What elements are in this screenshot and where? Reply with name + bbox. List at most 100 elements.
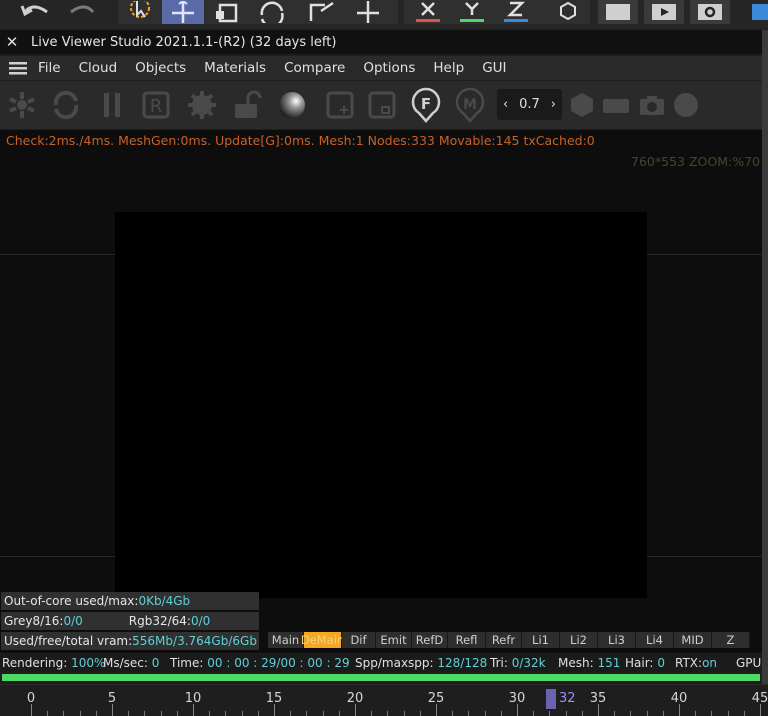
timeline-tick [31, 704, 32, 716]
pass-tab-li1[interactable]: Li1 [522, 632, 560, 648]
spin-value: 0.7 [519, 97, 540, 112]
timeline-tick [95, 711, 97, 716]
material-sphere-button[interactable] [274, 87, 310, 123]
grey-value: 0/0 [63, 614, 83, 628]
timeline-playhead[interactable] [546, 689, 556, 709]
render-settings-button[interactable] [690, 0, 730, 24]
pass-tab-refr[interactable]: Refr [486, 632, 522, 648]
value-spinbox[interactable]: ‹ 0.7 › [497, 89, 562, 120]
timeline-tick [79, 711, 81, 716]
selection-icon [130, 1, 150, 18]
timeline-tick [128, 711, 130, 716]
grey-label: Grey8/16: [4, 614, 64, 628]
render-to-picture-viewer-button[interactable] [644, 0, 684, 24]
z-axis-button[interactable] [496, 0, 536, 24]
menu-help[interactable]: Help [424, 60, 473, 76]
mesh-status: Mesh: 151 [558, 656, 621, 670]
timeline-tick [727, 711, 729, 716]
hexagon-icon [571, 93, 593, 117]
render-pass-tabs: Main DeMain Dif Emit RefD Refl Refr Li1 … [268, 632, 758, 648]
rgb-value: 0/0 [190, 614, 211, 628]
rotate-icon [260, 1, 284, 23]
transform-icon [309, 1, 334, 21]
timeline-tick [144, 711, 146, 716]
live-selection-button[interactable] [120, 0, 160, 24]
x-axis-button[interactable] [408, 0, 448, 24]
undo-button[interactable] [14, 0, 58, 24]
pass-tab-main[interactable]: Main [268, 632, 304, 648]
region-letter: R [150, 96, 163, 117]
tri-status: Tri: 0/32k [490, 656, 546, 670]
axis-tool-button[interactable] [348, 0, 388, 24]
undo-icon [20, 5, 48, 17]
redo-icon [70, 5, 95, 14]
pass-tab-li2[interactable]: Li2 [560, 632, 598, 648]
chevron-right-icon[interactable]: › [551, 97, 556, 112]
focus-pick-button[interactable]: F [408, 87, 444, 123]
transform-tool-button[interactable] [302, 0, 342, 24]
add-region-icon [326, 91, 354, 119]
pause-render-button[interactable] [94, 87, 130, 123]
material-pick-button[interactable]: M [452, 87, 488, 123]
menu-options[interactable]: Options [354, 60, 424, 76]
app-root: ✕ Live Viewer Studio 2021.1.1-(R2) (32 d… [0, 0, 768, 716]
pass-tab-mid[interactable]: MID [674, 632, 712, 648]
add-region-button[interactable] [322, 87, 358, 123]
circle-button[interactable] [668, 87, 704, 123]
menu-file[interactable]: File [36, 60, 70, 76]
pass-tab-refl[interactable]: Refl [448, 632, 486, 648]
coordinate-system-button[interactable] [548, 0, 588, 24]
menu-compare[interactable]: Compare [275, 60, 354, 76]
clear-region-button[interactable] [364, 87, 400, 123]
menu-cloud[interactable]: Cloud [70, 60, 127, 76]
pass-tab-refd[interactable]: RefD [412, 632, 448, 648]
scale-tool-button[interactable] [208, 0, 248, 24]
render-canvas[interactable] [115, 212, 647, 598]
circle-icon [674, 93, 698, 117]
close-icon[interactable]: ✕ [0, 33, 24, 51]
region-render-button[interactable]: R [138, 87, 174, 123]
render-view-button[interactable] [598, 0, 638, 24]
timeline-tick [371, 711, 373, 716]
pass-tab-li4[interactable]: Li4 [636, 632, 674, 648]
scale-icon [216, 3, 238, 23]
menu-objects[interactable]: Objects [126, 60, 195, 76]
timeline-tick [290, 711, 292, 716]
chevron-left-icon[interactable]: ‹ [503, 97, 508, 112]
pass-tab-demain[interactable]: DeMain [301, 632, 344, 648]
window-title: Live Viewer Studio 2021.1.1-(R2) (32 day… [31, 34, 337, 50]
timeline-tick [419, 711, 421, 716]
y-axis-button[interactable] [452, 0, 492, 24]
timeline-tick [662, 711, 664, 716]
rtx-status: RTX:on [675, 656, 718, 670]
move-tool-button[interactable] [162, 0, 204, 24]
rotate-tool-button[interactable] [252, 0, 292, 24]
lock-button[interactable] [228, 87, 264, 123]
timeline-ruler[interactable]: 0 5 10 15 20 25 30 35 40 45 32 [0, 684, 768, 716]
restart-render-button[interactable] [48, 87, 84, 123]
material-pick-icon: M [455, 87, 485, 123]
edge-button[interactable] [748, 0, 768, 24]
menu-gui[interactable]: GUI [473, 60, 515, 76]
sphere-icon [279, 92, 305, 118]
pass-tab-li3[interactable]: Li3 [598, 632, 636, 648]
z-axis-icon [504, 1, 528, 22]
snowflake-button[interactable] [4, 87, 40, 123]
redo-button[interactable] [62, 0, 102, 24]
pass-tab-emit[interactable]: Emit [376, 632, 412, 648]
hexagon-button[interactable] [564, 87, 600, 123]
pass-tab-dif[interactable]: Dif [342, 632, 376, 648]
timeline-tick [500, 711, 502, 716]
pass-tab-z[interactable]: Z [712, 632, 750, 648]
timeline-tick [112, 704, 113, 716]
timeline-tick [47, 711, 49, 716]
settings-button[interactable] [184, 87, 220, 123]
menu-materials[interactable]: Materials [195, 60, 275, 76]
camera-button[interactable] [634, 87, 670, 123]
render-viewport[interactable]: Check:2ms./4ms. MeshGen:0ms. Update[G]:0… [0, 130, 762, 653]
hair-status: Hair: 0 [625, 656, 665, 670]
hamburger-menu-icon[interactable] [0, 56, 36, 80]
out-of-core-value: 0Kb/4Gb [138, 594, 191, 608]
rectangle-button[interactable] [598, 87, 634, 123]
right-scroll-gutter[interactable] [762, 30, 768, 684]
